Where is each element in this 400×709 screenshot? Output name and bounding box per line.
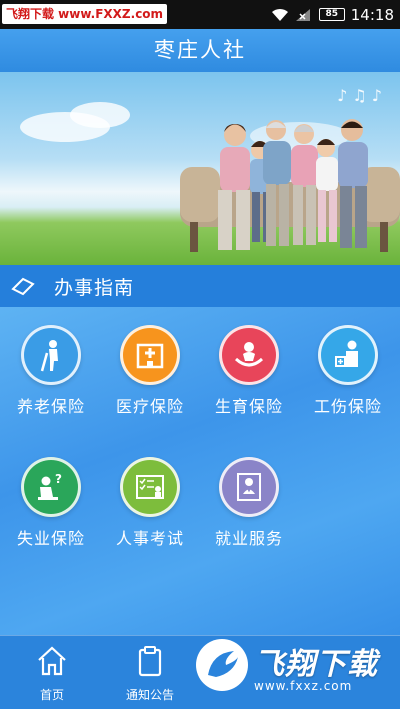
status-bar: 飞翔下载 www.FXXZ.com 85 14:18 bbox=[0, 0, 400, 29]
service-label: 失业保险 bbox=[16, 529, 85, 548]
services-grid: 养老保险 医疗保险 生育保险 工伤保险 ? 失业保险 人事考试 就业服务 bbox=[0, 307, 400, 635]
elderly-icon bbox=[21, 325, 81, 385]
service-label: 就业服务 bbox=[214, 529, 283, 548]
baby-icon bbox=[219, 325, 279, 385]
injury-icon bbox=[318, 325, 378, 385]
hospital-icon bbox=[120, 325, 180, 385]
unemployed-icon: ? bbox=[21, 457, 81, 517]
wifi-icon bbox=[271, 8, 289, 22]
fxxz-logo-icon bbox=[196, 639, 248, 691]
signal-icon bbox=[295, 8, 313, 22]
tag-icon bbox=[11, 277, 35, 296]
guide-section-header[interactable]: 办事指南 bbox=[0, 265, 400, 307]
watermark-url: www.fxxz.com bbox=[254, 679, 353, 693]
page-title: 枣庄人社 bbox=[154, 38, 246, 62]
service-personnel-exam[interactable]: 人事考试 bbox=[105, 457, 195, 549]
home-icon bbox=[38, 646, 66, 676]
service-label: 医疗保险 bbox=[115, 397, 184, 416]
family-photo bbox=[180, 119, 400, 252]
watermark-title: 飞翔下载 bbox=[254, 647, 378, 682]
employment-icon bbox=[219, 457, 279, 517]
service-label: 工伤保险 bbox=[313, 397, 382, 416]
nav-notice[interactable]: 通知公告 bbox=[110, 644, 190, 703]
svg-text:?: ? bbox=[55, 472, 62, 486]
service-employment-services[interactable]: 就业服务 bbox=[204, 457, 294, 549]
service-label: 人事考试 bbox=[115, 529, 184, 548]
battery-icon: 85 bbox=[318, 8, 345, 21]
banner-image[interactable]: ♪ ♫ ♪ bbox=[0, 72, 400, 265]
service-unemployment-insurance[interactable]: ? 失业保险 bbox=[6, 457, 96, 549]
status-icons: 85 14:18 bbox=[271, 0, 394, 29]
watermark-top: 飞翔下载 www.FXXZ.com bbox=[2, 4, 168, 24]
app-header: 枣庄人社 bbox=[0, 29, 400, 72]
nav-home[interactable]: 首页 bbox=[12, 644, 92, 703]
service-injury-insurance[interactable]: 工伤保险 bbox=[303, 325, 393, 417]
guide-title: 办事指南 bbox=[54, 276, 135, 299]
notice-icon bbox=[138, 646, 162, 677]
exam-icon bbox=[120, 457, 180, 517]
service-maternity-insurance[interactable]: 生育保险 bbox=[204, 325, 294, 417]
service-pension-insurance[interactable]: 养老保险 bbox=[6, 325, 96, 417]
nav-home-label: 首页 bbox=[39, 688, 64, 702]
service-label: 生育保险 bbox=[214, 397, 283, 416]
clock-time: 14:18 bbox=[350, 5, 394, 24]
service-medical-insurance[interactable]: 医疗保险 bbox=[105, 325, 195, 417]
nav-notice-label: 通知公告 bbox=[125, 688, 174, 702]
watermark-bottom: 飞翔下载 www.fxxz.com bbox=[190, 635, 400, 695]
service-label: 养老保险 bbox=[16, 397, 85, 416]
